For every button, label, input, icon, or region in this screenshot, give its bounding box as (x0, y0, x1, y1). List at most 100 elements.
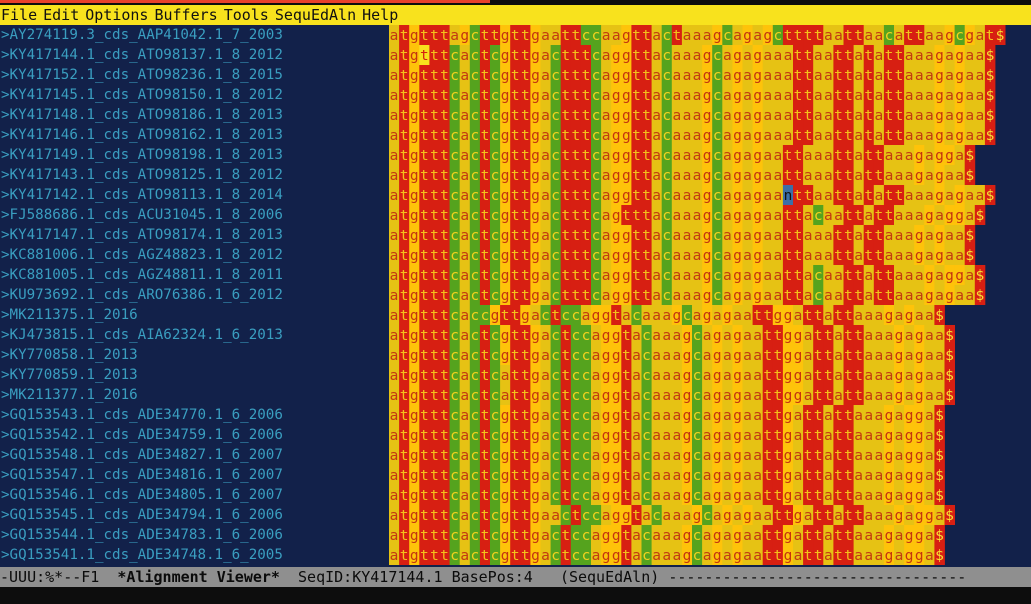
sequence-row[interactable]: atgtttcactcgttgactccaggtacaaagcagagaattg… (389, 325, 955, 345)
base-letter: a (965, 48, 974, 64)
sequence-name[interactable]: >KJ473815.1_cds_AIA62324.1_6_2013 (0, 325, 388, 345)
sequence-row[interactable]: atgtttcactcgttgactttcaggttacaaagcagagaat… (389, 285, 986, 305)
sequence-name[interactable]: >GQ153541.1_cds_ADE34748.1_6_2005 (0, 545, 388, 565)
base-letter: a (541, 248, 550, 264)
sequence-name[interactable]: >KY770858.1_2013 (0, 345, 388, 365)
base-letter: a (824, 68, 833, 84)
menu-options[interactable]: Options (82, 5, 151, 25)
base-letter: t (642, 108, 651, 124)
menu-sequedaln[interactable]: SequEdAln (272, 5, 359, 25)
menu-help[interactable]: Help (359, 5, 401, 25)
base-letter: c (652, 508, 661, 524)
sequence-name[interactable]: >GQ153547.1_cds_ADE34816.1_6_2007 (0, 465, 388, 485)
sequence-name[interactable]: >AY274119.3_cds_AAP41042.1_7_2003 (0, 25, 388, 45)
base-letter: g (410, 48, 419, 64)
sequence-name[interactable]: >KY417152.1_cds_ATO98236.1_8_2015 (0, 65, 388, 85)
sequence-name[interactable]: >GQ153546.1_cds_ADE34805.1_6_2007 (0, 485, 388, 505)
base-letter: t (521, 368, 530, 384)
sequence-name[interactable]: >KY417146.1_cds_ATO98162.1_8_2013 (0, 125, 388, 145)
base-letter: a (723, 348, 732, 364)
base-letter: a (824, 48, 833, 64)
sequence-row[interactable]: atgtttcactcgttgactttcaggttacaaagcagagaan… (389, 185, 996, 205)
sequence-row[interactable]: atgtttcactcgttgactccaggtacaaagcagagaattg… (389, 445, 945, 465)
sequence-name[interactable]: >KY417147.1_cds_ATO98174.1_8_2013 (0, 225, 388, 245)
sequence-name[interactable]: >KY417143.1_cds_ATO98125.1_8_2012 (0, 165, 388, 185)
sequence-row[interactable]: atgtttcactcgttgactttcaggttacaaagcagagaaa… (389, 85, 996, 105)
sequence-name[interactable]: >KY417144.1_cds_ATO98137.1_8_2012 (0, 45, 388, 65)
sequence-name[interactable]: >KY417142.1_cds_ATO98113.1_8_2014 (0, 185, 388, 205)
base-letter: a (905, 88, 914, 104)
base-letter: g (733, 348, 742, 364)
sequence-name[interactable]: >GQ153542.1_cds_ADE34759.1_6_2006 (0, 425, 388, 445)
base-letter: a (824, 28, 833, 44)
base-letter: c (693, 328, 702, 344)
sequence-row[interactable]: atgtttcactcgttgactccaggtacaaagcagagaattg… (389, 425, 945, 445)
base-letter: a (854, 188, 863, 204)
base-letter: a (935, 288, 944, 304)
sequence-name[interactable]: >GQ153548.1_cds_ADE34827.1_6_2007 (0, 445, 388, 465)
sequence-name[interactable]: >MK211375.1_2016 (0, 305, 388, 325)
sequence-name[interactable]: >KY417149.1_cds_ATO98198.1_8_2013 (0, 145, 388, 165)
sequence-row[interactable]: atgtttcactcgttgactccaggtacaaagcagagaattg… (389, 545, 945, 565)
base-letter: t (561, 328, 570, 344)
base-letter: t (561, 468, 570, 484)
sequence-name[interactable]: >KC881005.1_cds_AGZ48811.1_8_2011 (0, 265, 388, 285)
sequence-name[interactable]: >GQ153544.1_cds_ADE34783.1_6_2006 (0, 525, 388, 545)
sequence-name[interactable]: >KC881006.1_cds_AGZ48823.1_8_2012 (0, 245, 388, 265)
menu-tools[interactable]: Tools (221, 5, 272, 25)
sequence-name[interactable]: >KU973692.1_cds_ARO76386.1_6_2012 (0, 285, 388, 305)
base-letter: a (854, 428, 863, 444)
menu-edit[interactable]: Edit (40, 5, 82, 25)
sequence-name[interactable]: >KY770859.1_2013 (0, 365, 388, 385)
base-letter: c (693, 528, 702, 544)
base-letter: c (551, 348, 560, 364)
sequence-row[interactable]: atgtttcactcgttgactttcaggttacaaagcagagaaa… (389, 65, 996, 85)
base-letter: c (642, 328, 651, 344)
sequence-row[interactable]: atgtttcactcgttgactttcaggttacaaagcagagaat… (389, 165, 976, 185)
sequence-row[interactable]: atgtttcactcgttgactttcaggttacaaagcagagaaa… (389, 125, 996, 145)
sequence-row[interactable]: atgtttcactcgttgactttcaggttacaaagcagagaaa… (389, 105, 996, 125)
sequence-row[interactable]: atgtttcactcgttgactccaggtacaaagcagagaattg… (389, 485, 945, 505)
base-letter: c (642, 388, 651, 404)
sequence-row[interactable]: atgtttcactcgttgactttcaggttacaaagcagagaaa… (389, 45, 996, 65)
sequence-row[interactable]: atgtttcactcattgactccaggtacaaagcagagaattg… (389, 365, 955, 385)
base-letter: g (753, 288, 762, 304)
base-letter: a (592, 328, 601, 344)
sequence-row[interactable]: atgtttagcttgttgaattccaagttactaaagcagagct… (389, 25, 1006, 45)
base-letter: t (885, 208, 894, 224)
sequence-row[interactable]: atgtttcactcgttgaactccaggtacaaagcagagaatt… (389, 505, 955, 525)
base-letter: g (885, 548, 894, 564)
sequence-row[interactable]: atgtttcactcgttgactttcaggttacaaagcagagaat… (389, 245, 976, 265)
sequence-row[interactable]: atgtttcactcgttgactccaggtacaaagcagagaattg… (389, 465, 945, 485)
menu-buffers[interactable]: Buffers (151, 5, 220, 25)
sequence-row[interactable]: atgtttcactcgttgactttcaggttacaaagcagagaat… (389, 145, 976, 165)
sequence-alignment-grid[interactable]: atgtttagcttgttgaattccaagttactaaagcagagct… (389, 25, 1006, 567)
sequence-row[interactable]: atgtttcactcgttgactccaggtacaaagcagagaattg… (389, 345, 955, 365)
sequence-name[interactable]: >GQ153543.1_cds_ADE34770.1_6_2006 (0, 405, 388, 425)
sequence-row[interactable]: atgtttcactcgttgactccaggtacaaagcagagaattg… (389, 405, 945, 425)
sequence-name[interactable]: >GQ153545.1_cds_ADE34794.1_6_2006 (0, 505, 388, 525)
base-letter: g (612, 408, 621, 424)
menu-file[interactable]: File (0, 5, 40, 25)
base-letter: a (915, 268, 924, 284)
sequence-row[interactable]: atgtttcactcattgactccaggtacaaagcagagaattg… (389, 385, 955, 405)
sequence-row[interactable]: atgtttcactcgttgactccaggtacaaagcagagaattg… (389, 525, 945, 545)
base-letter: t (804, 408, 813, 424)
sequence-row[interactable]: atgtttcactcgttgactttcaggttacaaagcagagaat… (389, 225, 976, 245)
sequence-name[interactable]: >FJ588686.1_cds_ACU31045.1_8_2006 (0, 205, 388, 225)
sequence-name[interactable]: >KY417148.1_cds_ATO98186.1_8_2013 (0, 105, 388, 125)
sequence-name[interactable]: >KY417145.1_cds_ATO98150.1_8_2012 (0, 85, 388, 105)
base-letter: t (420, 408, 429, 424)
sequence-name[interactable]: >MK211377.1_2016 (0, 385, 388, 405)
base-letter: g (622, 188, 631, 204)
base-letter: c (470, 308, 479, 324)
base-letter: $ (996, 28, 1005, 44)
base-letter: a (602, 248, 611, 264)
sequence-row[interactable]: atgtttcaccgttgactccaggtacaaagcagagaattgg… (389, 305, 945, 325)
base-letter: g (794, 388, 803, 404)
base-letter: g (784, 468, 793, 484)
sequence-row[interactable]: atgtttcactcgttgactttcagtttacaaagcagagaat… (389, 205, 986, 225)
base-letter: t (622, 528, 631, 544)
base-letter: a (804, 288, 813, 304)
sequence-row[interactable]: atgtttcactcgttgactttcaggttacaaagcagagaat… (389, 265, 986, 285)
